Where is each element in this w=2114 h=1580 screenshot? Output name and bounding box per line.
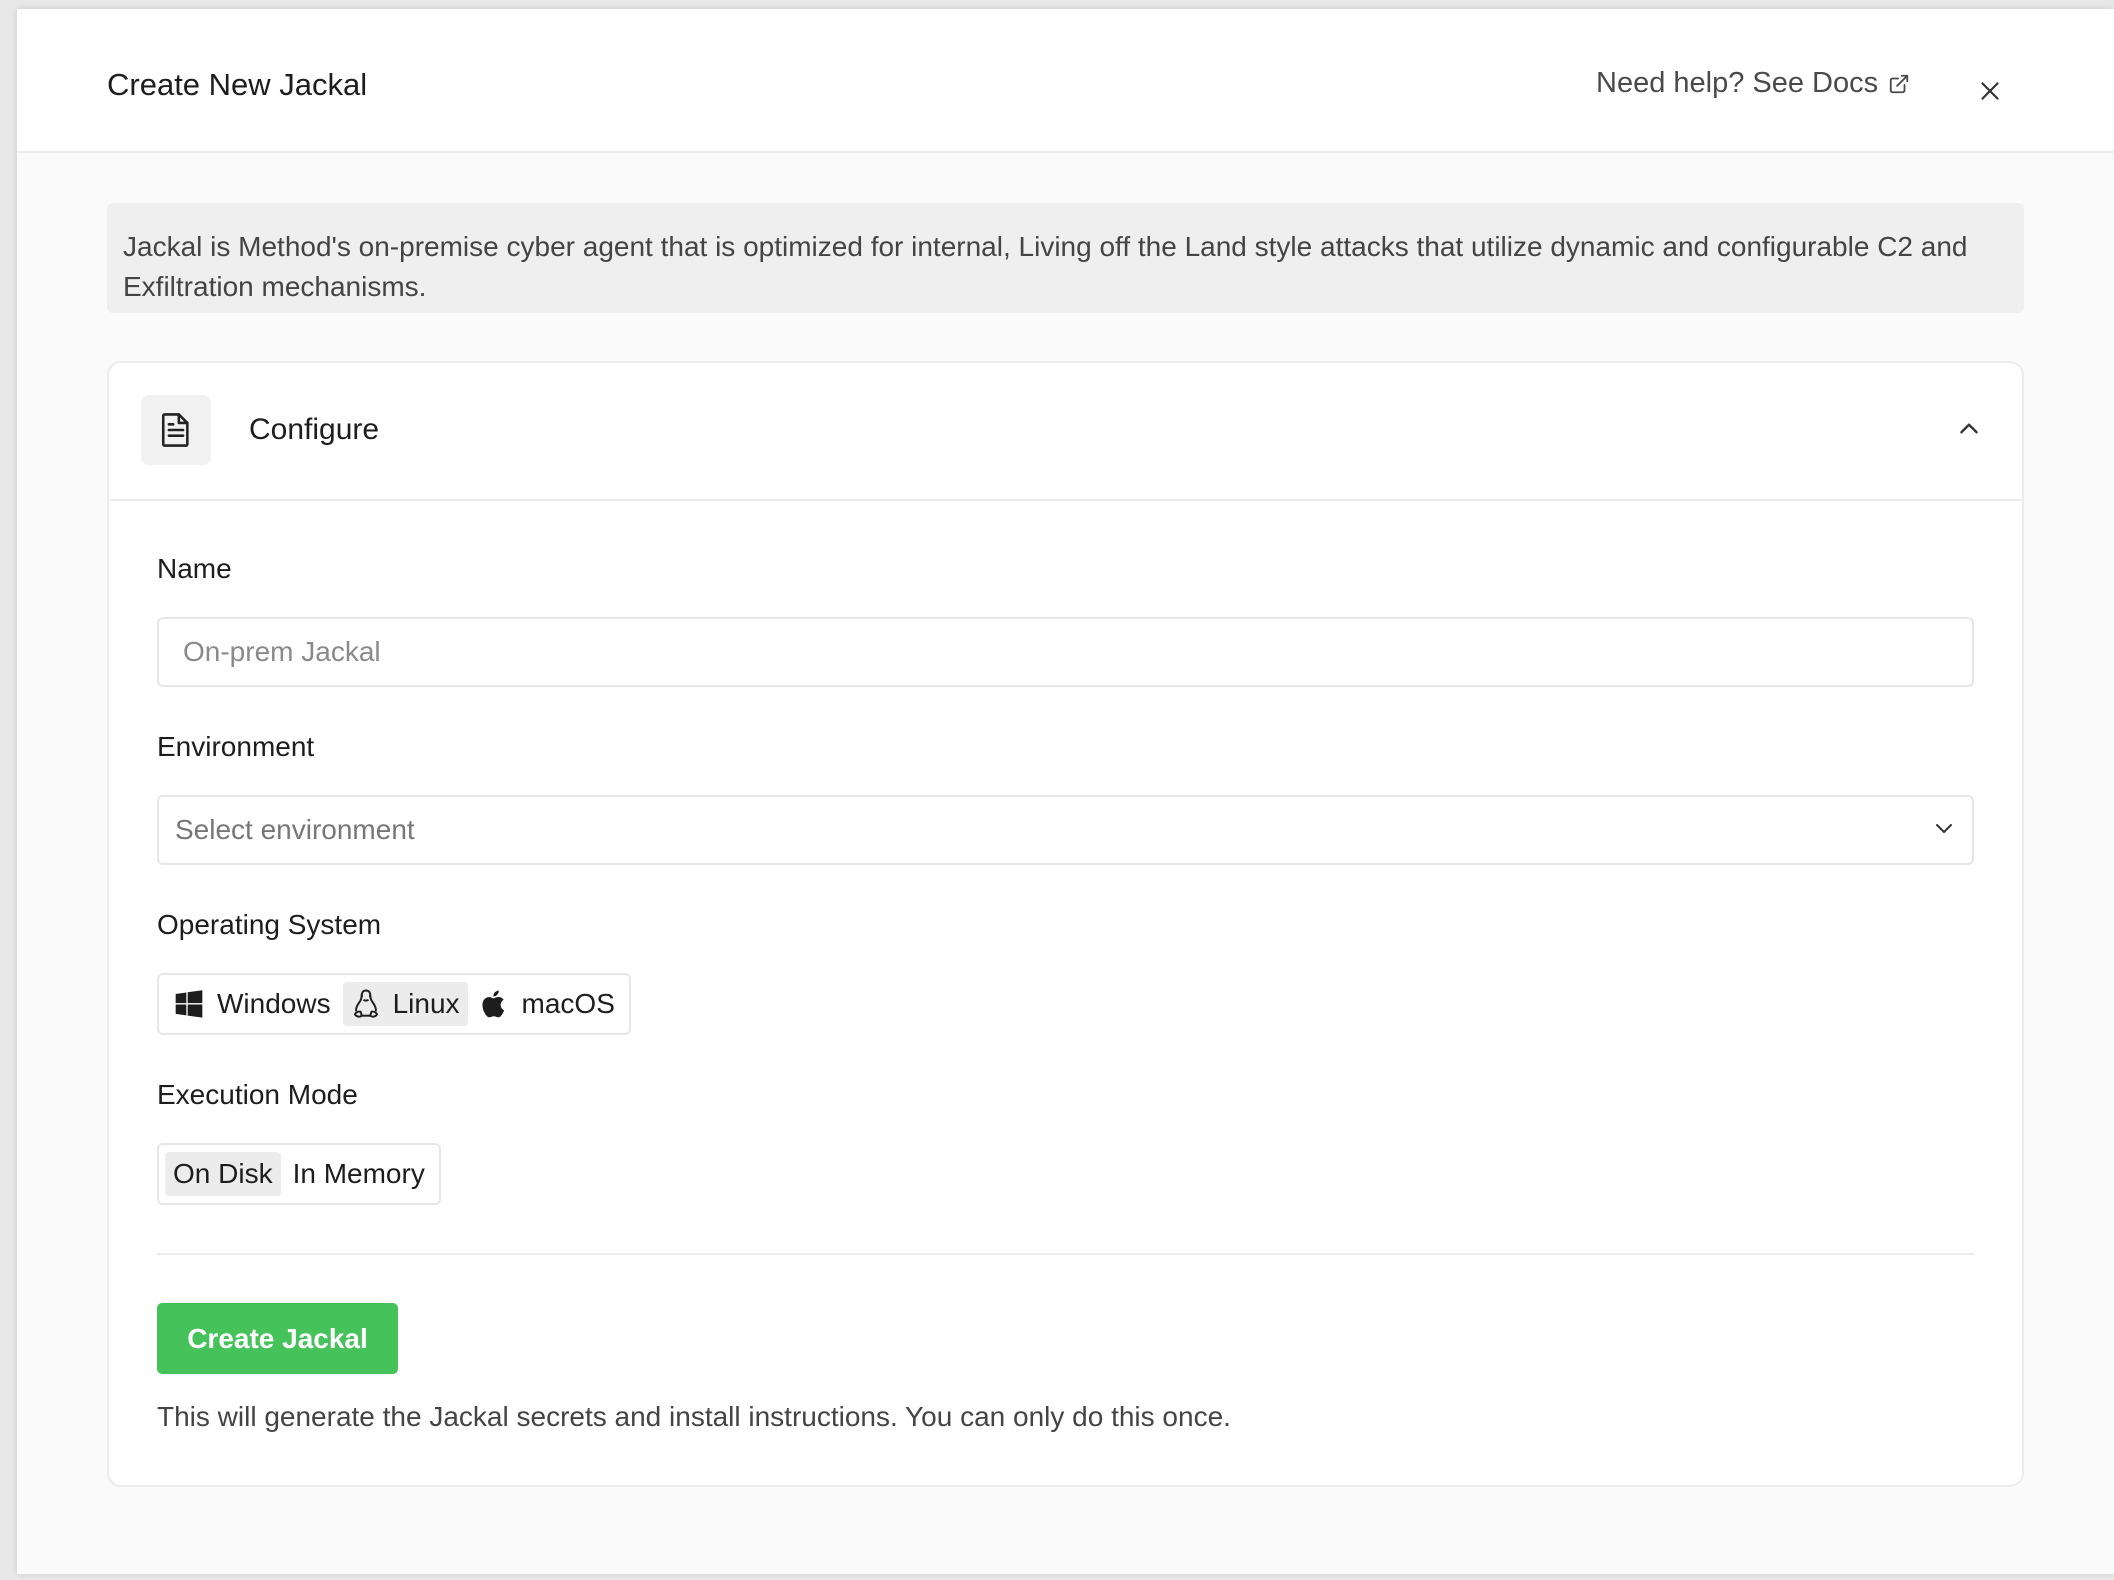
os-option-windows-label: Windows bbox=[217, 988, 331, 1019]
execution-mode-on-disk-label: On Disk bbox=[173, 1158, 273, 1189]
execution-mode-label: Execution Mode bbox=[157, 1079, 358, 1110]
create-note: This will generate the Jackal secrets an… bbox=[157, 1401, 1231, 1432]
close-button[interactable] bbox=[1972, 75, 2008, 111]
collapse-button[interactable] bbox=[1949, 411, 1989, 451]
execution-mode-in-memory[interactable]: In Memory bbox=[285, 1152, 433, 1196]
os-option-windows[interactable]: Windows bbox=[165, 982, 339, 1026]
create-jackal-modal: Create New Jackal Need help? See Docs Ja… bbox=[17, 9, 2114, 1574]
docs-link-label: Need help? See Docs bbox=[1596, 67, 1879, 99]
environment-select-placeholder: Select environment bbox=[175, 814, 415, 845]
document-icon bbox=[141, 395, 211, 465]
os-option-linux[interactable]: Linux bbox=[342, 982, 468, 1026]
configure-card-header[interactable]: Configure bbox=[109, 363, 2022, 501]
close-icon bbox=[1977, 78, 2003, 109]
environment-select[interactable]: Select environment bbox=[157, 795, 1974, 865]
chevron-up-icon bbox=[1956, 416, 1982, 447]
chevron-down-icon bbox=[1932, 816, 1956, 845]
form-divider bbox=[157, 1253, 1974, 1255]
operating-system-label: Operating System bbox=[157, 909, 382, 940]
docs-link[interactable]: Need help? See Docs bbox=[1596, 67, 1910, 100]
execution-mode-selector: On Disk In Memory bbox=[157, 1143, 441, 1205]
modal-title: Create New Jackal bbox=[107, 67, 368, 102]
name-input[interactable] bbox=[157, 617, 1974, 687]
os-option-linux-label: Linux bbox=[392, 988, 460, 1019]
configure-card: Configure Name Environment Select enviro… bbox=[107, 361, 2024, 1487]
external-link-icon bbox=[1888, 73, 1910, 95]
execution-mode-on-disk[interactable]: On Disk bbox=[165, 1152, 281, 1196]
operating-system-selector: Windows Linux macOS bbox=[157, 973, 631, 1035]
os-option-macos-label: macOS bbox=[521, 988, 615, 1019]
create-jackal-button[interactable]: Create Jackal bbox=[157, 1303, 398, 1374]
os-option-macos[interactable]: macOS bbox=[472, 982, 623, 1026]
environment-label: Environment bbox=[157, 731, 315, 762]
linux-icon bbox=[351, 988, 381, 1020]
modal-header: Create New Jackal Need help? See Docs bbox=[17, 9, 2114, 153]
intro-description: Jackal is Method's on-premise cyber agen… bbox=[107, 203, 2024, 313]
name-label: Name bbox=[157, 553, 232, 584]
windows-icon bbox=[173, 988, 205, 1020]
execution-mode-in-memory-label: In Memory bbox=[292, 1158, 425, 1189]
configure-title: Configure bbox=[249, 413, 380, 446]
apple-icon bbox=[480, 988, 510, 1020]
